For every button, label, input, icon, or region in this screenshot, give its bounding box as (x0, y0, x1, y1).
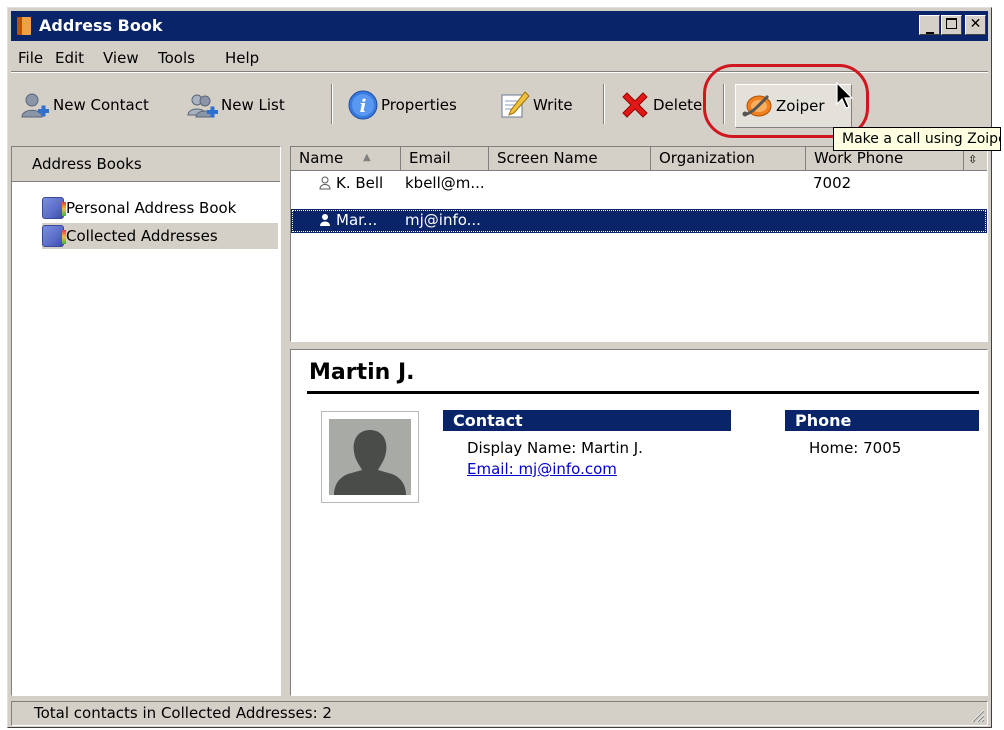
write-icon (501, 91, 530, 118)
status-text: Total contacts in Collected Addresses: 2 (34, 704, 332, 722)
phone-section-header: Phone (785, 410, 979, 431)
toolbar-separator (331, 84, 333, 124)
column-header-screen-name[interactable]: Screen Name (489, 147, 651, 171)
avatar-silhouette-icon (329, 419, 411, 495)
menu-separator (11, 71, 988, 73)
resize-grip-icon[interactable] (967, 705, 985, 723)
close-button[interactable]: ✕ (965, 15, 986, 35)
contact-section-header: Contact (443, 410, 731, 431)
write-label: Write (533, 96, 573, 114)
sidebar-item-label: Personal Address Book (66, 199, 237, 217)
email-link[interactable]: Email: mj@info.com (467, 460, 617, 478)
sort-ascending-icon: ▲ (363, 152, 371, 163)
zoiper-tooltip: Make a call using Zoiper (833, 127, 1001, 151)
address-books-header[interactable]: Address Books (12, 147, 280, 182)
delete-label: Delete (653, 96, 703, 114)
new-contact-button[interactable]: New Contact (19, 82, 149, 128)
contact-details-pane: Martin J. Contact Display Name: Martin J… (290, 349, 988, 696)
menu-view[interactable]: View (103, 49, 139, 67)
svg-text:i: i (360, 96, 367, 117)
close-icon: ✕ (969, 16, 982, 32)
address-book-window: Address Book ✕ File Edit View Tools Help… (7, 7, 992, 728)
table-row[interactable]: Mar... mj@info... (291, 209, 987, 233)
address-book-icon (42, 197, 66, 219)
person-icon (319, 176, 331, 190)
person-icon (320, 214, 330, 226)
address-book-icon (42, 225, 66, 247)
window-title: Address Book (39, 16, 163, 35)
zoiper-phone-icon (742, 94, 772, 117)
menu-file[interactable]: File (18, 49, 43, 67)
contact-name-cell: Mar... (319, 211, 377, 229)
sidebar-item-personal-address-book[interactable]: Personal Address Book (42, 195, 236, 221)
info-icon: i (348, 90, 378, 120)
column-header-email[interactable]: Email (401, 147, 489, 171)
new-list-label: New List (221, 96, 285, 114)
column-name-label: Name (299, 149, 344, 167)
menu-help[interactable]: Help (225, 49, 259, 67)
zoiper-label: Zoiper (776, 97, 825, 115)
new-contact-label: New Contact (53, 96, 149, 114)
title-bar[interactable]: Address Book ✕ (11, 11, 988, 41)
contact-display-name: Martin J. (309, 360, 415, 385)
menu-bar: File Edit View Tools Help (11, 43, 988, 71)
maximize-button[interactable] (941, 15, 962, 35)
address-book-icon (17, 17, 31, 35)
column-picker-icon: ⇳ (968, 153, 978, 166)
contact-work-phone-cell: 7002 (813, 174, 852, 192)
sidebar-item-collected-addresses[interactable]: Collected Addresses (42, 223, 278, 249)
new-list-button[interactable]: New List (187, 82, 285, 128)
contact-email-cell: kbell@m... (405, 174, 485, 192)
contact-photo (321, 411, 419, 503)
sidebar-item-label: Collected Addresses (66, 227, 218, 245)
new-list-icon (187, 94, 218, 118)
menu-edit[interactable]: Edit (55, 49, 84, 67)
name-divider (307, 391, 979, 394)
home-phone-value: Home: 7005 (809, 439, 902, 457)
mouse-cursor-icon (836, 82, 854, 109)
address-books-pane: Address Books Personal Address Book Coll… (11, 146, 281, 696)
write-button[interactable]: Write (499, 82, 573, 128)
status-bar: Total contacts in Collected Addresses: 2 (11, 701, 988, 726)
display-name-value: Display Name: Martin J. (467, 439, 643, 457)
contacts-list: Name ▲ Email Screen Name Organization Wo… (290, 146, 988, 342)
maximize-icon (946, 18, 957, 29)
delete-button[interactable]: Delete (619, 82, 702, 128)
menu-tools[interactable]: Tools (158, 49, 195, 67)
toolbar-separator (603, 84, 605, 124)
column-header-organization[interactable]: Organization (651, 147, 806, 171)
contact-name-cell: K. Bell (319, 174, 383, 192)
minimize-icon (925, 32, 934, 34)
contact-email-cell: mj@info... (405, 211, 481, 229)
properties-label: Properties (381, 96, 457, 114)
properties-button[interactable]: i Properties (347, 82, 457, 128)
table-row[interactable]: K. Bell kbell@m... 7002 (291, 172, 987, 196)
zoiper-button[interactable]: Zoiper (735, 84, 852, 128)
toolbar-separator (723, 84, 725, 124)
minimize-button[interactable] (919, 15, 940, 35)
column-header-name[interactable]: Name ▲ (291, 147, 401, 171)
new-contact-icon (21, 93, 49, 118)
delete-icon (622, 92, 648, 118)
